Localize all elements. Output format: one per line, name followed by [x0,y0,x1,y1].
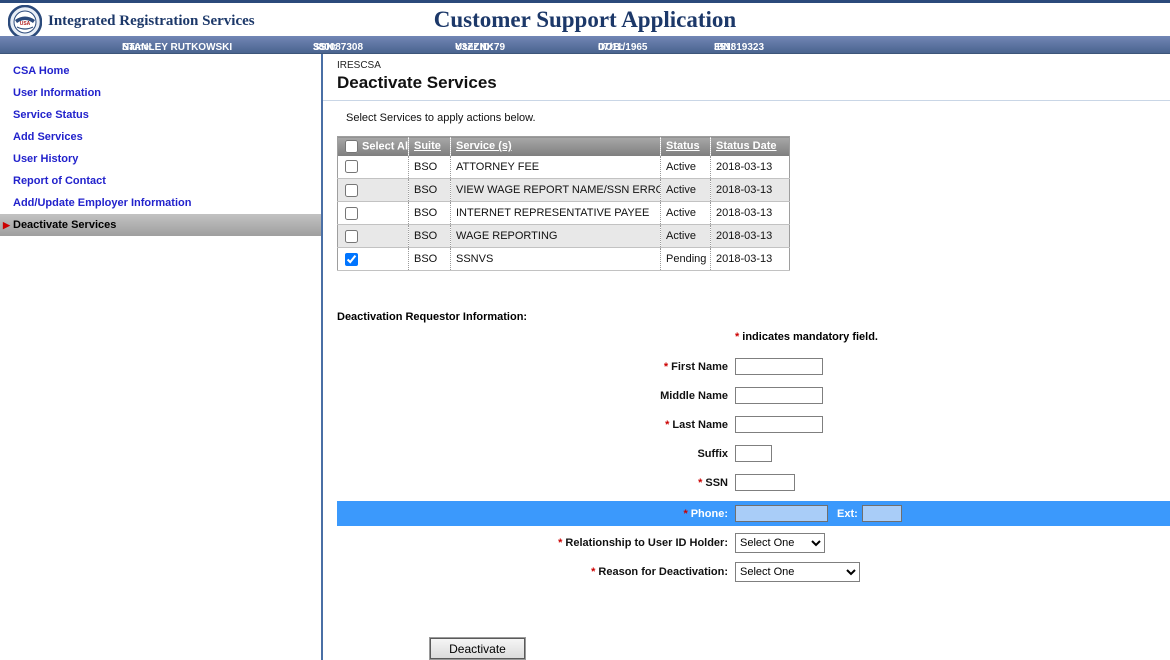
main-content: IRESCSA Deactivate Services Select Servi… [323,54,1170,660]
status-date-cell: 2018-03-13 [711,248,790,271]
mandatory-field-note: *indicates mandatory field. [735,331,1170,343]
app-header: USA Integrated Registration Services Cus… [0,0,1170,36]
suffix-row: Suffix [337,439,1170,468]
select-all-checkbox[interactable] [345,140,358,153]
table-row: BSO VIEW WAGE REPORT NAME/SSN ERRORS Act… [338,179,790,202]
instruction-text: Select Services to apply actions below. [346,112,1170,124]
sidebar-item-deactivate-services[interactable]: ▶Deactivate Services [0,214,321,236]
suite-cell: BSO [409,179,451,202]
middle-name-row: Middle Name [337,381,1170,410]
service-sort-link[interactable]: Service (s) [456,140,512,152]
status-cell: Active [661,179,711,202]
page-title: Deactivate Services [337,73,1170,100]
suite-cell: BSO [409,225,451,248]
status-date-cell: 2018-03-13 [711,202,790,225]
title-divider [323,100,1170,101]
suffix-input[interactable] [735,445,772,462]
last-name-row: *Last Name [337,410,1170,439]
first-name-input[interactable] [735,358,823,375]
suffix-label: Suffix [337,448,728,460]
suite-cell: BSO [409,248,451,271]
first-name-label: *First Name [337,361,728,373]
ext-label: Ext: [837,508,858,520]
ssn-label: *SSN [337,477,728,489]
customer-support-application-window: USA Integrated Registration Services Cus… [0,0,1170,660]
last-name-input[interactable] [735,416,823,433]
status-date-column-header: Status Date [711,137,790,156]
service-cell: VIEW WAGE REPORT NAME/SSN ERRORS [451,179,661,202]
service-column-header: Service (s) [451,137,661,156]
phone-ext-input[interactable] [862,505,902,522]
row-checkbox[interactable] [345,207,358,220]
status-date-cell: 2018-03-13 [711,179,790,202]
status-cell: Active [661,156,711,179]
reason-select[interactable]: Select One [735,562,860,582]
services-table: Select All Suite Service (s) Status Stat… [337,136,790,271]
page-main-title: Customer Support Application [0,7,1170,33]
suite-cell: BSO [409,202,451,225]
service-cell: INTERNET REPRESENTATIVE PAYEE [451,202,661,225]
service-cell: ATTORNEY FEE [451,156,661,179]
status-cell: Active [661,202,711,225]
status-date-cell: 2018-03-13 [711,225,790,248]
phone-row-highlighted: *Phone: Ext: [337,501,1170,526]
suite-cell: BSO [409,156,451,179]
phone-input[interactable] [735,505,828,522]
row-checkbox[interactable] [345,253,358,266]
relationship-select[interactable]: Select One [735,533,825,553]
relationship-label: *Relationship to User ID Holder: [337,537,728,549]
middle-name-label: Middle Name [337,390,728,402]
middle-name-input[interactable] [735,387,823,404]
first-name-row: *First Name [337,352,1170,381]
requestor-section-title: Deactivation Requestor Information: [337,311,1170,323]
phone-label: *Phone: [337,508,728,520]
user-info-bar: Name: STANLEY RUTKOWSKI SSN: 380087308 U… [0,36,1170,54]
status-sort-link[interactable]: Status [666,140,700,152]
sidebar-item-user-history[interactable]: User History [0,148,321,170]
ssn-input[interactable] [735,474,795,491]
suite-column-header: Suite [409,137,451,156]
status-cell: Pending [661,248,711,271]
table-row: BSO SSNVS Pending 2018-03-13 [338,248,790,271]
last-name-label: *Last Name [337,419,728,431]
status-cell: Active [661,225,711,248]
status-column-header: Status [661,137,711,156]
reason-row: *Reason for Deactivation: Select One [337,557,1170,586]
relationship-row: *Relationship to User ID Holder: Select … [337,528,1170,557]
sidebar-item-user-information[interactable]: User Information [0,82,321,104]
sidebar-item-add-update-employer-information[interactable]: Add/Update Employer Information [0,192,321,214]
row-checkbox[interactable] [345,230,358,243]
table-row: BSO INTERNET REPRESENTATIVE PAYEE Active… [338,202,790,225]
service-cell: SSNVS [451,248,661,271]
sidebar-item-add-services[interactable]: Add Services [0,126,321,148]
status-date-sort-link[interactable]: Status Date [716,140,777,152]
breadcrumb: IRESCSA [337,60,1170,71]
sidebar-item-csa-home[interactable]: CSA Home [0,60,321,82]
row-checkbox[interactable] [345,160,358,173]
service-cell: WAGE REPORTING [451,225,661,248]
suite-sort-link[interactable]: Suite [414,140,441,152]
status-date-cell: 2018-03-13 [711,156,790,179]
table-row: BSO WAGE REPORTING Active 2018-03-13 [338,225,790,248]
mandatory-asterisk: * [735,331,739,343]
select-all-header: Select All [338,137,409,156]
sidebar-nav: CSA Home User Information Service Status… [0,54,323,660]
ssn-row: *SSN [337,468,1170,497]
sidebar-item-report-of-contact[interactable]: Report of Contact [0,170,321,192]
row-checkbox[interactable] [345,184,358,197]
deactivate-button[interactable]: Deactivate [430,638,525,659]
reason-label: *Reason for Deactivation: [337,566,728,578]
selected-item-arrow-icon: ▶ [3,214,10,236]
table-row: BSO ATTORNEY FEE Active 2018-03-13 [338,156,790,179]
sidebar-item-service-status[interactable]: Service Status [0,104,321,126]
table-header-row: Select All Suite Service (s) Status Stat… [338,137,790,156]
